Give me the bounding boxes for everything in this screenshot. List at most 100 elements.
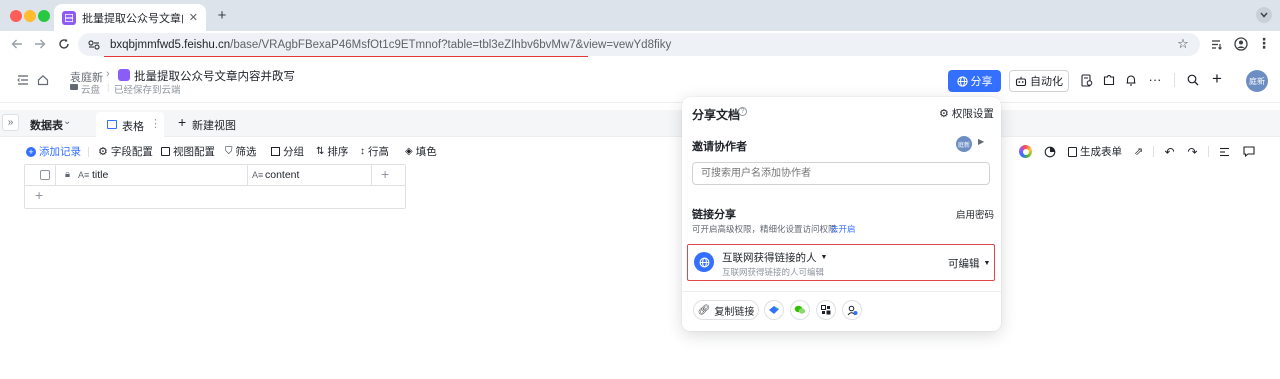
filter-label: 筛选 xyxy=(235,146,257,158)
share-to-feishu-button[interactable] xyxy=(764,300,784,320)
qr-code-button[interactable] xyxy=(816,300,836,320)
create-icon[interactable]: + xyxy=(1209,69,1225,88)
notification-bell-icon[interactable] xyxy=(1124,73,1138,87)
datatable-menu[interactable]: 数据表 xyxy=(30,117,63,133)
tab-search-dropdown-icon[interactable] xyxy=(1256,7,1272,23)
column-header-title[interactable]: title xyxy=(92,169,108,181)
search-icon[interactable] xyxy=(1186,73,1200,87)
comment-icon[interactable] xyxy=(1242,145,1255,158)
reload-icon[interactable] xyxy=(57,37,71,51)
data-grid: 🔒︎ A≡ title A≡ content + + xyxy=(24,164,406,209)
avatar[interactable]: 庭新 xyxy=(1246,70,1268,92)
link-permission-dropdown[interactable]: 可编辑 ▼ xyxy=(948,256,990,271)
base-app-icon xyxy=(62,10,76,25)
text-field-icon: A≡ xyxy=(252,170,264,180)
share-button[interactable]: 分享 xyxy=(948,70,1001,92)
column-header-content[interactable]: content xyxy=(265,169,299,181)
panel-title: 分享文档 xyxy=(692,108,741,122)
maximize-window-button[interactable] xyxy=(38,10,50,22)
url-text: bxqbjmmfwd5.feishu.cn/base/VRAgbFBexaP46… xyxy=(110,39,671,51)
link-share-title: 链接分享 xyxy=(692,209,736,221)
enable-password-link[interactable]: 启用密码 xyxy=(956,207,994,221)
site-info-icon[interactable] xyxy=(88,39,100,50)
close-tab-icon[interactable]: ✕ xyxy=(189,11,198,24)
add-row-icon[interactable]: + xyxy=(35,187,43,203)
add-field-icon[interactable]: + xyxy=(381,166,389,182)
share-to-contact-button[interactable] xyxy=(842,300,862,320)
lock-icon: 🔒︎ xyxy=(65,169,71,180)
caret-right-icon[interactable]: ▶ xyxy=(978,137,984,146)
automation-button[interactable]: 自动化 xyxy=(1009,70,1069,92)
pin-icon[interactable]: ⚲ xyxy=(272,68,280,81)
add-view-icon[interactable]: + xyxy=(178,114,186,130)
record-history-icon[interactable] xyxy=(1218,145,1231,158)
bookmark-star-icon[interactable]: ☆ xyxy=(1176,36,1190,51)
chevron-down-icon[interactable]: ⌄ xyxy=(63,116,71,127)
invite-search-input[interactable] xyxy=(692,162,990,185)
new-tab-icon[interactable]: + xyxy=(214,7,230,24)
expand-sidebar-icon[interactable]: » xyxy=(2,114,19,131)
tab-grid-view[interactable]: 表格 ⋮ xyxy=(96,112,164,138)
add-record-button[interactable]: + 添加记录 xyxy=(26,144,81,159)
generate-form-button[interactable]: 生成表单 xyxy=(1068,144,1122,159)
column-divider xyxy=(371,165,372,185)
save-status: 已经保存到云端 xyxy=(114,85,181,96)
view-config-label: 视图配置 xyxy=(173,146,215,158)
share-label: 分享 xyxy=(970,76,993,88)
export-icon[interactable]: ⇗ xyxy=(1132,145,1145,158)
field-config-button[interactable]: ⚙ 字段配置 xyxy=(98,144,153,159)
advanced-permission-link[interactable]: 去开启 xyxy=(830,223,856,235)
user-share-icon xyxy=(847,305,857,315)
globe-icon xyxy=(694,252,714,272)
base-doc-icon xyxy=(118,69,130,81)
ai-assistant-icon[interactable] xyxy=(1019,145,1032,158)
redo-icon[interactable]: ↷ xyxy=(1186,145,1199,159)
collaborator-avatar[interactable]: 庭新 xyxy=(956,136,972,152)
row-height-button[interactable]: ↕ 行高 xyxy=(360,144,389,159)
url-host: bxqbjmmfwd5.feishu.cn xyxy=(110,38,231,51)
link-permission-label: 可编辑 xyxy=(948,258,980,270)
back-icon[interactable] xyxy=(10,37,24,51)
paint-bucket-icon: ◈ xyxy=(405,146,413,157)
link-permission-row: 互联网获得链接的人 ▼ 互联网获得链接的人可编辑 可编辑 ▼ xyxy=(687,244,995,281)
browser-menu-icon[interactable]: ⋮ xyxy=(1257,35,1271,51)
home-icon[interactable] xyxy=(36,73,50,87)
sort-label: 排序 xyxy=(327,146,349,158)
robot-icon xyxy=(1015,76,1027,86)
plugin-icon[interactable] xyxy=(1102,73,1116,87)
collapse-sidebar-icon[interactable] xyxy=(16,73,30,87)
link-scope-dropdown[interactable]: 互联网获得链接的人 ▼ xyxy=(722,250,827,265)
forward-icon[interactable] xyxy=(33,37,47,51)
dashboard-icon[interactable] xyxy=(1043,145,1056,158)
copy-link-label: 复制链接 xyxy=(714,306,755,318)
filter-button[interactable]: ⛉ 筛选 xyxy=(225,144,257,159)
permission-settings-button[interactable]: ⚙ 权限设置 xyxy=(939,106,994,121)
fill-color-button[interactable]: ◈ 填色 xyxy=(405,144,437,159)
minimize-window-button[interactable] xyxy=(24,10,36,22)
view-config-button[interactable]: 视图配置 xyxy=(161,144,215,159)
doc-location[interactable]: 云盘 xyxy=(81,82,100,96)
view-options-icon[interactable]: ⋮ xyxy=(150,117,161,130)
share-to-wechat-button[interactable] xyxy=(790,300,810,320)
qr-code-icon xyxy=(821,305,831,315)
profile-icon[interactable] xyxy=(1233,36,1248,51)
doc-info-icon[interactable] xyxy=(1080,73,1094,87)
toolbar-divider xyxy=(1208,146,1209,157)
undo-icon[interactable]: ↶ xyxy=(1163,145,1176,159)
group-button[interactable]: 分组 xyxy=(271,144,304,159)
column-divider xyxy=(55,165,56,185)
help-icon[interactable]: ? xyxy=(738,107,747,116)
reading-list-icon[interactable] xyxy=(1210,37,1224,51)
sort-button[interactable]: ⇅ 排序 xyxy=(316,144,348,159)
copy-link-button[interactable]: 🔗︎ 复制链接 xyxy=(693,300,759,320)
browser-tab[interactable]: 批量提取公众号文章内容并改写 ✕ xyxy=(54,4,206,31)
add-record-label: 添加记录 xyxy=(39,146,81,158)
link-icon: 🔗︎ xyxy=(697,304,711,316)
url-field[interactable]: bxqbjmmfwd5.feishu.cn/base/VRAgbFBexaP46… xyxy=(78,33,1200,56)
new-view-button[interactable]: 新建视图 xyxy=(192,117,236,133)
text-field-icon: A≡ xyxy=(78,170,90,180)
more-icon[interactable]: ··· xyxy=(1147,71,1163,87)
select-all-checkbox[interactable] xyxy=(40,170,50,180)
panel-divider xyxy=(682,291,1001,292)
close-window-button[interactable] xyxy=(10,10,22,22)
